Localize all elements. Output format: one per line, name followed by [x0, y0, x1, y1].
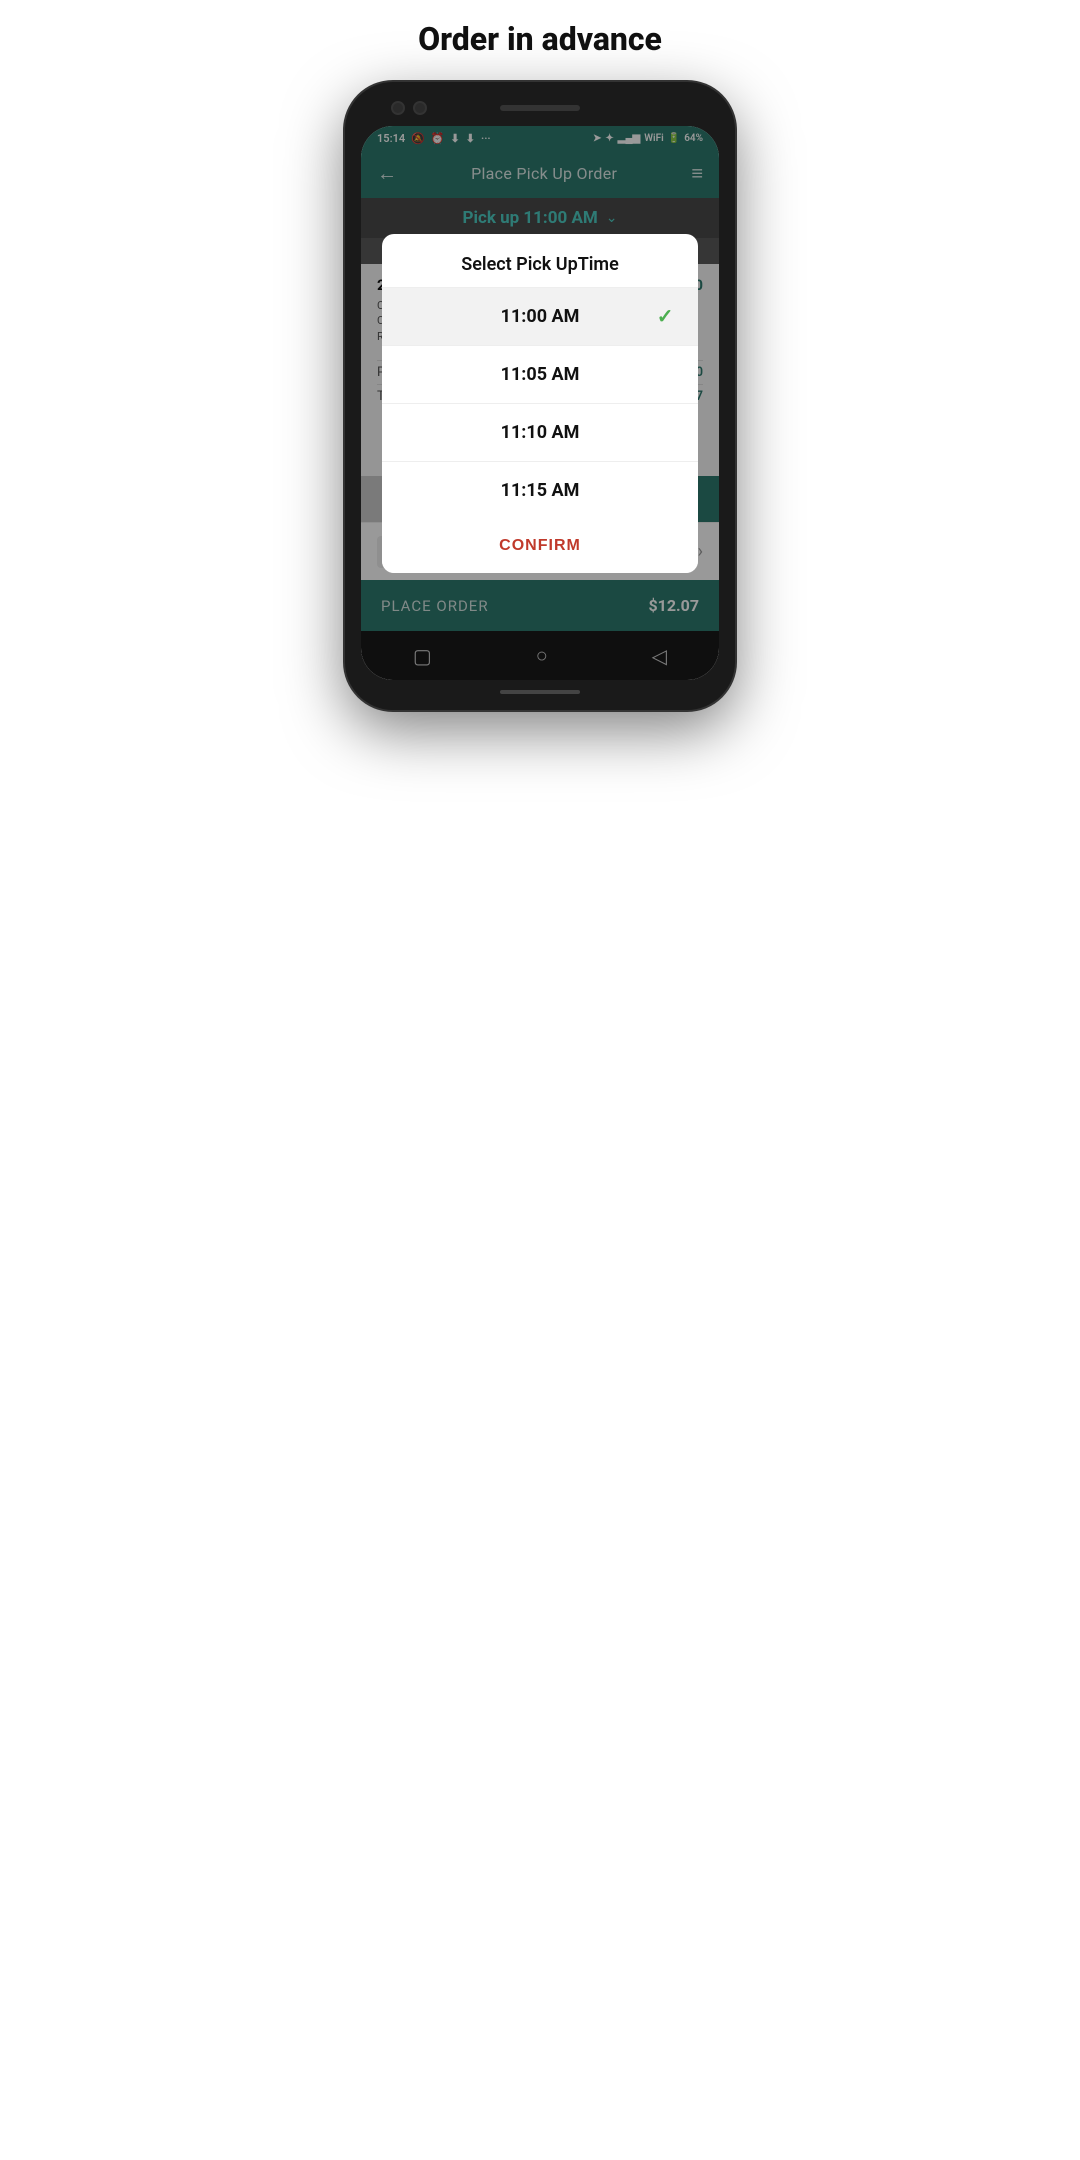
time-option-1105[interactable]: 11:05 AM: [382, 345, 697, 403]
time-option-1115[interactable]: 11:15 AM: [382, 461, 697, 519]
time-label-1115: 11:15 AM: [501, 480, 580, 501]
modal-title: Select Pick UpTime: [382, 234, 697, 287]
time-label-1110: 11:10 AM: [501, 422, 580, 443]
time-option-1100[interactable]: 11:00 AM ✓: [382, 287, 697, 345]
phone-cameras: [391, 101, 427, 115]
home-indicator: [500, 690, 580, 694]
time-label-1105: 11:05 AM: [501, 364, 580, 385]
pickup-time-modal: Select Pick UpTime 11:00 AM ✓ 11:05 AM 1…: [382, 234, 697, 573]
camera-left: [391, 101, 405, 115]
phone-bottom-bar: [361, 690, 719, 694]
screen-content: 15:14 🔕 ⏰ ⬇ ⬇ ··· ➤ ✦ ▂▄▆ WiFi 🔋 64%: [361, 126, 719, 680]
phone-screen: 15:14 🔕 ⏰ ⬇ ⬇ ··· ➤ ✦ ▂▄▆ WiFi 🔋 64%: [361, 126, 719, 680]
camera-right: [413, 101, 427, 115]
phone-shell: 15:14 🔕 ⏰ ⬇ ⬇ ··· ➤ ✦ ▂▄▆ WiFi 🔋 64%: [345, 82, 735, 710]
time-option-1110[interactable]: 11:10 AM: [382, 403, 697, 461]
time-label-1100: 11:00 AM: [501, 306, 580, 327]
confirm-button[interactable]: CONFIRM: [382, 519, 697, 573]
phone-top-bar: [361, 98, 719, 118]
phone-speaker: [500, 105, 580, 111]
modal-backdrop: Select Pick UpTime 11:00 AM ✓ 11:05 AM 1…: [361, 126, 719, 680]
check-icon-1100: ✓: [657, 304, 674, 328]
page-title: Order in advance: [418, 20, 662, 58]
